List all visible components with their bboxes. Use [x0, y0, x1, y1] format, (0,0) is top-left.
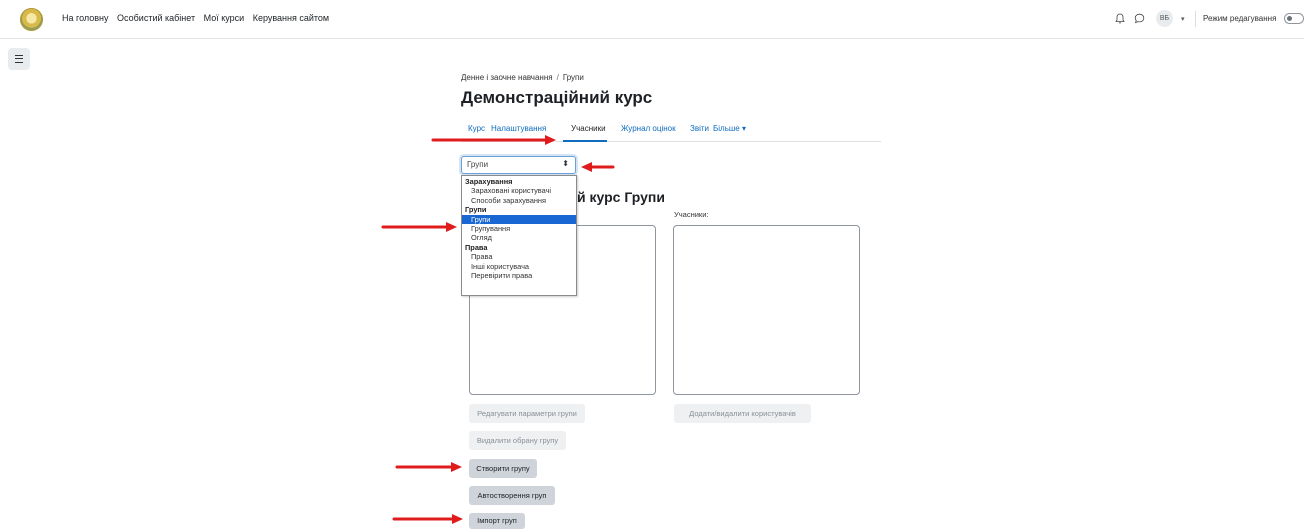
participants-page-select[interactable]: Групи ⬍	[461, 156, 576, 174]
participants-page-dropdown[interactable]: Зарахування Зараховані користувачі Спосо…	[461, 175, 577, 296]
tab-more[interactable]: Більше ▾	[713, 124, 746, 133]
annotation-arrow	[581, 162, 615, 172]
tab-reports[interactable]: Звіти	[690, 124, 709, 133]
members-listbox[interactable]	[673, 225, 860, 395]
dropdown-option-check-permissions[interactable]: Перевірити права	[462, 271, 576, 280]
course-secondary-nav: Курс Налаштування Учасники Журнал оцінок…	[461, 121, 881, 142]
nav-link-my-courses[interactable]: Мої курси	[204, 13, 245, 23]
navbar-divider	[1195, 11, 1196, 27]
dropdown-option-overview[interactable]: Огляд	[462, 233, 576, 242]
select-value: Групи	[467, 160, 489, 169]
chevron-down-icon[interactable]: ▾	[1181, 15, 1185, 23]
add-remove-users-button[interactable]: Додати/видалити користувачів	[674, 404, 811, 423]
annotation-arrow	[392, 514, 463, 524]
navbar-user-area: ВБ ▾ Режим редагування	[1104, 0, 1304, 38]
dropdown-option-enrolled-users[interactable]: Зараховані користувачі	[462, 186, 576, 195]
course-index-toggle[interactable]	[8, 48, 30, 70]
breadcrumb-item-category[interactable]: Денне і заочне навчання	[461, 73, 553, 82]
tab-settings[interactable]: Налаштування	[491, 124, 546, 133]
dropdown-group-label: Права	[465, 242, 488, 252]
site-logo[interactable]	[20, 8, 43, 31]
groups-page-heading: й курс Групи	[577, 189, 665, 205]
auto-create-groups-button[interactable]: Автостворення груп	[469, 486, 555, 505]
import-groups-button[interactable]: Імпорт груп	[469, 513, 525, 529]
dropdown-option-groupings[interactable]: Групування	[462, 224, 576, 233]
active-tab-indicator	[563, 140, 607, 142]
nav-link-dashboard[interactable]: Особистий кабінет	[117, 13, 195, 23]
dropdown-option-other-users[interactable]: Інші користувача	[462, 262, 576, 271]
edit-mode-label: Режим редагування	[1203, 14, 1277, 23]
members-label: Учасники:	[674, 210, 709, 219]
dropdown-group-label: Зарахування	[465, 177, 513, 186]
delete-group-button[interactable]: Видалити обрану групу	[469, 431, 566, 450]
breadcrumb-item-current: Групи	[562, 73, 584, 82]
user-avatar[interactable]: ВБ	[1156, 10, 1173, 27]
dropdown-option-enrolment-methods[interactable]: Способи зарахування	[462, 196, 576, 205]
page-title: Демонстраційний курс	[461, 88, 653, 107]
edit-group-settings-button[interactable]: Редагувати параметри групи	[469, 404, 585, 423]
breadcrumb-separator: /	[556, 73, 559, 82]
drawer-toggle-icon	[15, 55, 23, 63]
dropdown-option-permissions[interactable]: Права	[462, 252, 576, 261]
top-navbar: На головну Особистий кабінет Мої курси К…	[0, 0, 1304, 39]
annotation-arrow	[395, 462, 462, 472]
nav-link-site-admin[interactable]: Керування сайтом	[253, 13, 329, 23]
tab-participants[interactable]: Учасники	[571, 124, 606, 133]
tab-gradebook[interactable]: Журнал оцінок	[621, 124, 676, 133]
primary-navigation: На головну Особистий кабінет Мої курси К…	[62, 13, 335, 23]
dropdown-group-label: Групи	[465, 205, 487, 215]
breadcrumb: Денне і заочне навчання / Групи	[461, 73, 584, 82]
create-group-button[interactable]: Створити групу	[469, 459, 537, 478]
nav-link-home[interactable]: На головну	[62, 13, 109, 23]
bell-icon[interactable]	[1115, 13, 1125, 24]
select-caret-icon: ⬍	[562, 159, 569, 168]
annotation-arrow	[381, 222, 457, 232]
dropdown-option-groups[interactable]: Групи	[462, 214, 576, 225]
tab-course[interactable]: Курс	[468, 124, 485, 133]
chat-icon[interactable]	[1134, 13, 1145, 24]
edit-mode-toggle[interactable]	[1284, 13, 1304, 24]
